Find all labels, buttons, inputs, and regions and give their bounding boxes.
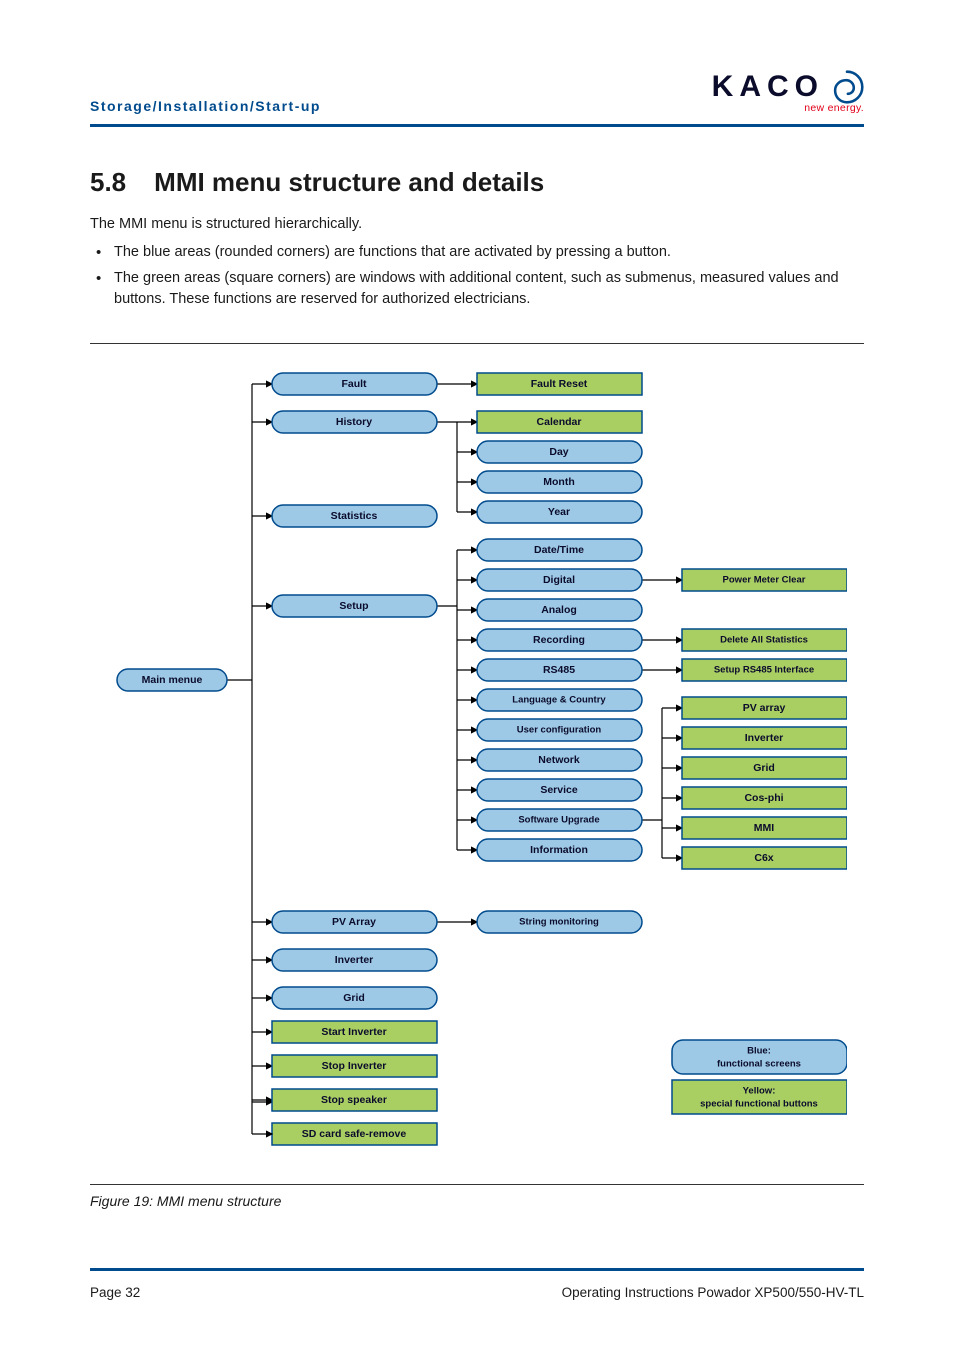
node-sw-mmi: MMI <box>754 822 774 834</box>
node-power-meter-clear: Power Meter Clear <box>723 574 806 585</box>
node-language-country: Language & Country <box>512 694 606 705</box>
brand-logo: KACO new energy. <box>712 70 864 114</box>
node-setup: Setup <box>339 600 368 612</box>
breadcrumb: Storage/Installation/Start-up <box>90 98 321 114</box>
node-history: History <box>336 416 372 428</box>
doc-title: Operating Instructions Powador XP500/550… <box>562 1285 864 1300</box>
intro-text: The MMI menu is structured hierarchicall… <box>90 216 864 232</box>
node-grid: Grid <box>343 992 365 1004</box>
node-sw-pv-array: PV array <box>743 702 786 714</box>
node-stop-inverter: Stop Inverter <box>322 1060 387 1072</box>
header-rule <box>90 124 864 127</box>
node-service: Service <box>540 784 578 796</box>
legend-blue-line1: Blue: <box>747 1045 771 1056</box>
bullet-item: The green areas (square corners) are win… <box>96 268 864 309</box>
node-recording: Recording <box>533 634 585 646</box>
node-fault-reset: Fault Reset <box>531 378 588 390</box>
section-number: 5.8 <box>90 167 126 198</box>
node-start-inverter: Start Inverter <box>321 1026 386 1038</box>
node-sw-grid: Grid <box>753 762 775 774</box>
node-sw-inverter: Inverter <box>745 732 784 744</box>
node-sw-c6x: C6x <box>754 852 773 864</box>
node-pv-array: PV Array <box>332 916 376 928</box>
node-statistics: Statistics <box>331 510 378 522</box>
node-analog: Analog <box>541 604 577 616</box>
section-title: MMI menu structure and details <box>154 167 544 198</box>
legend-yellow-line1: Yellow: <box>743 1085 776 1096</box>
node-inverter: Inverter <box>335 954 374 966</box>
node-string-monitoring: String monitoring <box>519 916 599 927</box>
node-sd-safe-remove: SD card safe-remove <box>302 1128 407 1140</box>
node-stop-speaker: Stop speaker <box>321 1094 387 1106</box>
swirl-icon <box>830 70 864 104</box>
menu-structure-diagram: .box-blue { fill:#9dc9e6; stroke:#004b8d… <box>107 364 847 1164</box>
node-calendar: Calendar <box>537 416 582 428</box>
node-sw-cos-phi: Cos-phi <box>744 792 783 804</box>
logo-tagline: new energy. <box>804 102 864 114</box>
legend-blue-line2: functional screens <box>717 1058 801 1069</box>
node-software-upgrade: Software Upgrade <box>518 814 599 825</box>
page-number: Page 32 <box>90 1285 140 1300</box>
logo-text: KACO <box>712 70 824 104</box>
node-day: Day <box>549 446 568 458</box>
figure-rule-bottom <box>90 1184 864 1185</box>
node-month: Month <box>543 476 575 488</box>
node-year: Year <box>548 506 570 518</box>
node-network: Network <box>538 754 580 766</box>
node-fault: Fault <box>341 378 367 390</box>
bullet-item: The blue areas (rounded corners) are fun… <box>96 242 864 262</box>
figure-rule-top <box>90 343 864 344</box>
node-delete-all-statistics: Delete All Statistics <box>720 634 808 645</box>
node-user-config: User configuration <box>517 724 602 735</box>
node-information: Information <box>530 844 588 856</box>
node-setup-rs485: Setup RS485 Interface <box>714 664 814 675</box>
figure-caption: Figure 19: MMI menu structure <box>90 1193 864 1209</box>
legend-yellow-line2: special functional buttons <box>700 1098 818 1109</box>
node-date-time: Date/Time <box>534 544 584 556</box>
footer-rule <box>90 1268 864 1271</box>
node-rs485: RS485 <box>543 664 575 676</box>
node-digital: Digital <box>543 574 575 586</box>
node-main-menu: Main menue <box>142 674 203 686</box>
